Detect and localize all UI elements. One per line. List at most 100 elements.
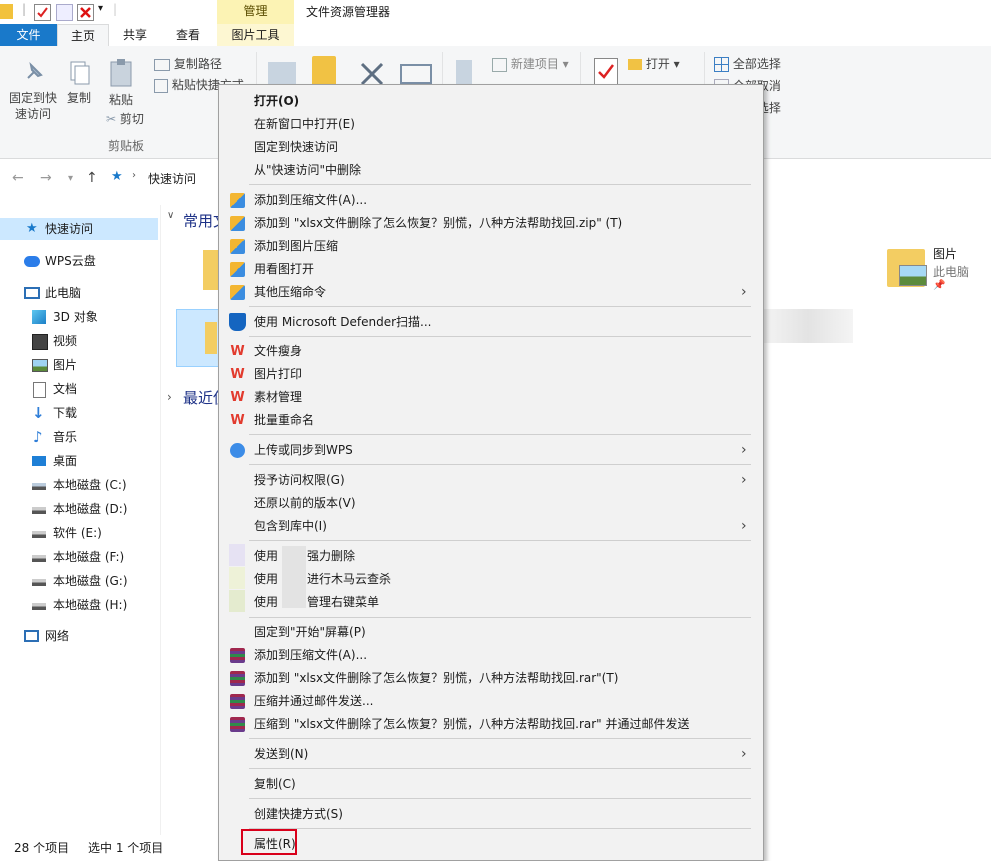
menu-item-trojan-scan[interactable]: 使用 进行木马云查杀	[219, 568, 763, 590]
menu-item-label: 管理右键菜单	[307, 595, 380, 609]
menu-item-label: 强力删除	[307, 549, 356, 563]
paste-button[interactable]: 粘贴	[102, 58, 140, 108]
menu-item-pin-quick-access[interactable]: 固定到快速访问	[219, 136, 763, 158]
sidebar-item-disk-h[interactable]: 本地磁盘 (H:)	[0, 594, 158, 616]
tab-picture-tools[interactable]: 图片工具	[217, 24, 294, 46]
new-item-button[interactable]: 新建项目 ▾	[492, 56, 569, 72]
menu-item-restore-versions[interactable]: 还原以前的版本(V)	[219, 492, 763, 514]
network-icon	[24, 630, 39, 642]
menu-item-open[interactable]: 打开(O)	[219, 90, 763, 112]
pictures-tile[interactable]	[887, 245, 931, 291]
menu-item-label: 添加到 "xlsx文件删除了怎么恢复？别慌，八种方法帮助找回.rar"(T)	[254, 671, 619, 685]
up-arrow-icon[interactable]: ↑	[86, 170, 98, 186]
menu-item-include-library[interactable]: 包含到库中(I) ›	[219, 515, 763, 537]
cut-button[interactable]: ✂ 剪切	[106, 111, 144, 127]
menu-item-open-new-window[interactable]: 在新窗口中打开(E)	[219, 113, 763, 135]
menu-item-label: 使用 Microsoft Defender扫描...	[254, 315, 432, 329]
delete-icon[interactable]	[77, 4, 94, 21]
sidebar-item-disk-d[interactable]: 本地磁盘 (D:)	[0, 498, 158, 520]
menu-item-pin-start[interactable]: 固定到"开始"屏幕(P)	[219, 621, 763, 643]
menu-item-label: 其他压缩命令	[254, 285, 327, 299]
menu-item-add-to-archive[interactable]: 添加到压缩文件(A)...	[219, 189, 763, 211]
menu-item-add-to-zip[interactable]: 添加到 "xlsx文件删除了怎么恢复？别慌，八种方法帮助找回.zip" (T)	[219, 212, 763, 234]
menu-item-add-to-rar[interactable]: 添加到 "xlsx文件删除了怎么恢复？别慌，八种方法帮助找回.rar"(T)	[219, 667, 763, 689]
sidebar-item-disk-f[interactable]: 本地磁盘 (F:)	[0, 546, 158, 568]
back-arrow-icon[interactable]: ←	[12, 170, 24, 186]
tab-home[interactable]: 主页	[57, 24, 109, 47]
chevron-right-icon[interactable]: ›	[167, 390, 172, 404]
menu-item-batch-rename[interactable]: W 批量重命名	[219, 409, 763, 431]
address-input[interactable]: ★ › 快速访问	[107, 166, 219, 190]
sidebar-item-quick-access[interactable]: ★ 快速访问	[0, 218, 158, 240]
picture-icon	[32, 359, 48, 372]
sidebar-item-documents[interactable]: 文档	[0, 378, 158, 400]
menu-item-compress-rar-email[interactable]: 压缩到 "xlsx文件删除了怎么恢复？别慌，八种方法帮助找回.rar" 并通过邮…	[219, 713, 763, 735]
tab-file[interactable]: 文件	[0, 24, 57, 46]
sidebar-item-wps-cloud[interactable]: WPS云盘	[0, 250, 158, 272]
menu-separator	[249, 464, 751, 465]
sidebar-item-this-pc[interactable]: 此电脑	[0, 282, 158, 304]
copy-icon	[70, 61, 90, 85]
chevron-right-icon: ›	[741, 746, 747, 762]
sidebar-item-disk-c[interactable]: 本地磁盘 (C:)	[0, 474, 158, 496]
menu-item-other-compress[interactable]: 其他压缩命令 ›	[219, 281, 763, 303]
sidebar-item-label: 3D 对象	[53, 310, 98, 324]
ribbon-tabs: 文件 主页 共享 查看 图片工具	[0, 24, 991, 47]
divider: |	[113, 2, 118, 16]
folder-icon[interactable]	[203, 250, 219, 290]
chevron-down-icon[interactable]: ∨	[167, 210, 174, 221]
menu-item-send-to[interactable]: 发送到(N) ›	[219, 743, 763, 765]
menu-item-add-to-archive-rar[interactable]: 添加到压缩文件(A)...	[219, 644, 763, 666]
menu-item-label: 进行木马云查杀	[307, 572, 392, 586]
copy-button[interactable]: 复制	[62, 60, 96, 106]
menu-item-manage-right-click[interactable]: 使用 管理右键菜单	[219, 591, 763, 613]
tab-view[interactable]: 查看	[162, 24, 214, 46]
menu-item-grant-access[interactable]: 授予访问权限(G) ›	[219, 469, 763, 491]
copy-path-button[interactable]: 复制路径	[154, 56, 222, 72]
sidebar-item-3d-objects[interactable]: 3D 对象	[0, 306, 158, 328]
open-button[interactable]: 打开 ▾	[628, 56, 680, 72]
selected-folder-tile[interactable]	[176, 309, 223, 367]
folder-icon[interactable]	[0, 4, 13, 19]
menu-item-force-delete[interactable]: 使用 强力删除	[219, 545, 763, 567]
select-all-button[interactable]: 全部选择	[714, 56, 781, 72]
recent-dropdown-icon[interactable]: ▾	[68, 173, 73, 184]
upload-cloud-icon	[230, 443, 245, 458]
sidebar-item-network[interactable]: 网络	[0, 625, 158, 647]
open-folder-icon	[628, 59, 642, 70]
title-bar: | ▾ |	[0, 0, 991, 24]
menu-item-create-shortcut[interactable]: 创建快捷方式(S)	[219, 803, 763, 825]
menu-item-remove-quick-access[interactable]: 从"快速访问"中删除	[219, 159, 763, 181]
menu-separator	[249, 768, 751, 769]
sidebar-item-music[interactable]: ♪ 音乐	[0, 426, 158, 448]
menu-item-defender-scan[interactable]: 使用 Microsoft Defender扫描...	[219, 311, 763, 333]
menu-item-properties[interactable]: 属性(R)	[219, 833, 763, 855]
sidebar-item-desktop[interactable]: 桌面	[0, 450, 158, 472]
breadcrumb-quick-access[interactable]: 快速访问	[148, 170, 196, 187]
forward-arrow-icon[interactable]: →	[40, 170, 52, 186]
chevron-down-icon: ▾	[562, 57, 569, 71]
cloud-icon	[24, 256, 40, 267]
copy-to-icon[interactable]	[312, 56, 336, 86]
menu-item-file-slim[interactable]: W 文件瘦身	[219, 340, 763, 362]
pin-quick-access-button[interactable]: 固定到快 速访问	[4, 60, 62, 122]
menu-item-open-with-viewer[interactable]: 用看图打开	[219, 258, 763, 280]
rename-icon[interactable]	[400, 64, 432, 84]
sidebar-item-downloads[interactable]: ↓ 下载	[0, 402, 158, 424]
qat-dropdown-icon[interactable]: ▾	[98, 3, 103, 14]
menu-item-picture-print[interactable]: W 图片打印	[219, 363, 763, 385]
new-folder-icon[interactable]	[56, 4, 73, 21]
tab-share[interactable]: 共享	[110, 24, 160, 46]
properties-big-icon[interactable]	[594, 58, 618, 86]
sidebar-item-disk-e[interactable]: 软件 (E:)	[0, 522, 158, 544]
menu-item-image-compress[interactable]: 添加到图片压缩	[219, 235, 763, 257]
menu-item-compress-email[interactable]: 压缩并通过邮件发送...	[219, 690, 763, 712]
winrar-icon	[230, 694, 245, 709]
sidebar-item-disk-g[interactable]: 本地磁盘 (G:)	[0, 570, 158, 592]
menu-item-copy[interactable]: 复制(C)	[219, 773, 763, 795]
properties-check-icon[interactable]	[34, 4, 51, 21]
sidebar-item-videos[interactable]: 视频	[0, 330, 158, 352]
sidebar-item-pictures[interactable]: 图片	[0, 354, 158, 376]
menu-item-material-manage[interactable]: W 素材管理	[219, 386, 763, 408]
menu-item-upload-wps[interactable]: 上传或同步到WPS ›	[219, 439, 763, 461]
